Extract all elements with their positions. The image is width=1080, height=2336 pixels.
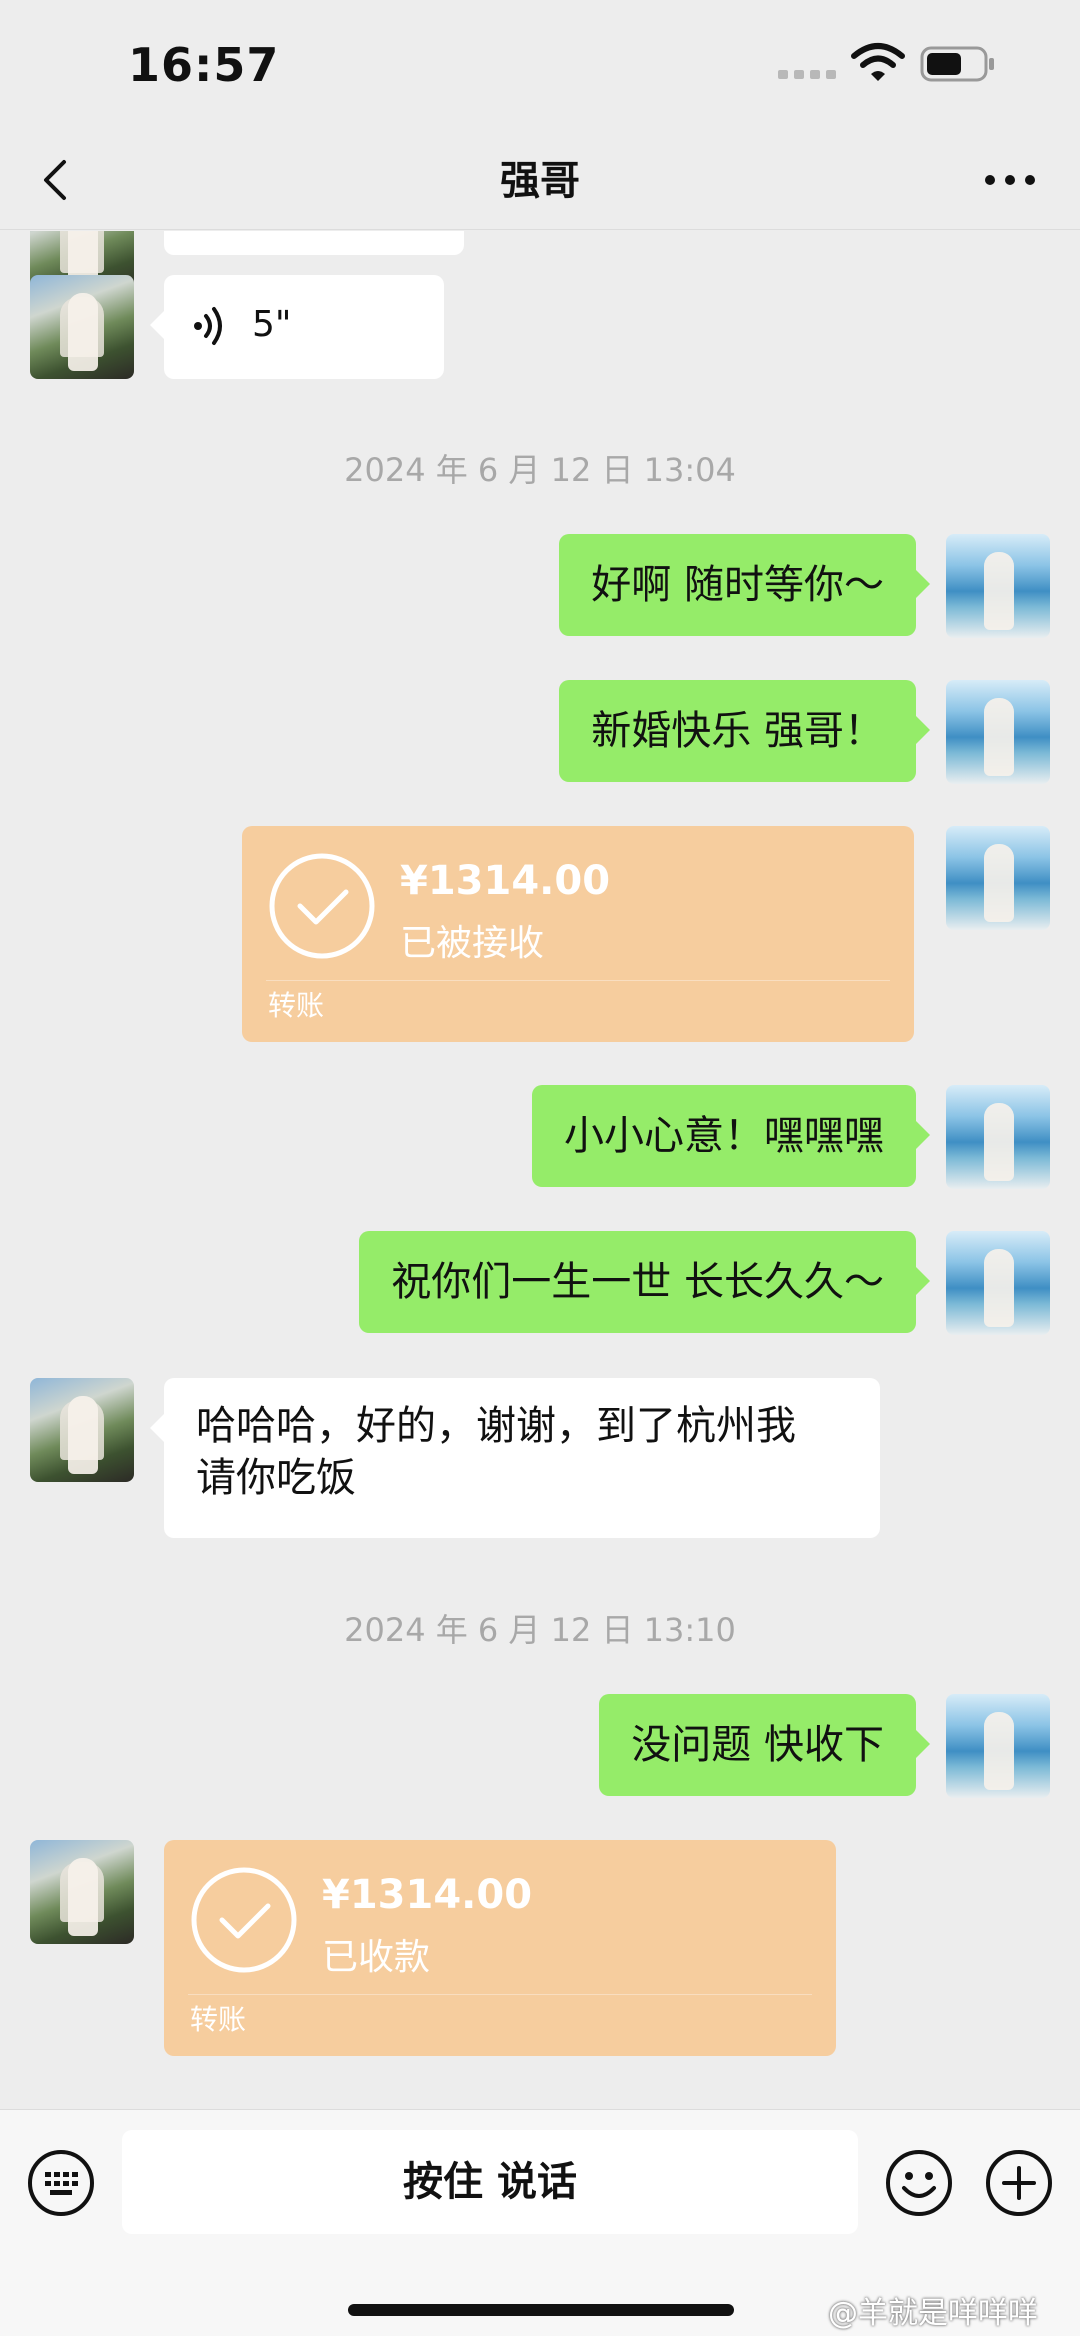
signal-icon — [778, 70, 836, 79]
message-bubble[interactable]: 祝你们一生一世 长长久久～ — [359, 1231, 930, 1333]
chat-title: 强哥 — [500, 158, 580, 204]
avatar[interactable] — [946, 1694, 1050, 1798]
avatar[interactable] — [946, 1231, 1050, 1335]
message-bubble[interactable]: 没问题 快收下 — [599, 1694, 930, 1796]
input-bar: 按住 说话 @羊就是咩咩咩 — [0, 2109, 1080, 2336]
status-bar: 16:57 — [0, 0, 1080, 130]
wifi-icon — [851, 43, 905, 81]
timestamp: 2024 年 6 月 12 日 13:04 — [344, 451, 736, 489]
transfer-card[interactable]: ¥1314.00 已收款 转账 — [164, 1840, 836, 2056]
message-bubble[interactable]: 哈哈哈，好的，谢谢，到了杭州我 请你吃饭 — [150, 1378, 880, 1538]
check-icon — [269, 853, 375, 959]
avatar[interactable] — [30, 1840, 134, 1944]
transfer-status: 已被接收 — [400, 923, 545, 964]
avatar[interactable] — [946, 534, 1050, 638]
status-time: 16:57 — [128, 38, 280, 92]
avatar[interactable] — [946, 680, 1050, 784]
message-list[interactable]: 5" 2024 年 6 月 12 日 13:04 好啊 随时等你～ 新婚快乐 强… — [0, 231, 1080, 2109]
message-bubble[interactable] — [164, 231, 464, 255]
hold-to-talk-button[interactable]: 按住 说话 — [122, 2130, 858, 2234]
message-text-line: 哈哈哈，好的，谢谢，到了杭州我 — [196, 1403, 796, 1449]
timestamp: 2024 年 6 月 12 日 13:10 — [344, 1611, 736, 1649]
home-indicator[interactable] — [348, 2304, 734, 2316]
plus-icon[interactable] — [984, 2148, 1054, 2218]
voice-icon — [194, 307, 222, 345]
watermark: @羊就是咩咩咩 — [828, 2296, 1038, 2331]
avatar[interactable] — [30, 1378, 134, 1482]
emoji-icon[interactable] — [884, 2148, 954, 2218]
divider — [266, 980, 890, 981]
voice-message[interactable]: 5" — [150, 275, 444, 379]
nav-bar: 强哥 — [0, 130, 1080, 230]
transfer-label: 转账 — [190, 2003, 247, 2036]
divider — [188, 1994, 812, 1995]
message-text-line: 请你吃饭 — [196, 1455, 356, 1501]
check-icon — [191, 1867, 297, 1973]
transfer-card[interactable]: ¥1314.00 已被接收 转账 — [242, 826, 914, 1042]
keyboard-icon[interactable] — [26, 2148, 96, 2218]
avatar[interactable] — [946, 826, 1050, 930]
avatar[interactable] — [30, 275, 134, 379]
battery-icon — [920, 46, 994, 82]
more-icon[interactable] — [980, 168, 1040, 192]
transfer-amount: ¥1314.00 — [322, 1872, 533, 1918]
message-bubble[interactable]: 好啊 随时等你～ — [559, 534, 930, 636]
transfer-status: 已收款 — [322, 1937, 431, 1978]
avatar[interactable] — [946, 1085, 1050, 1189]
message-bubble[interactable]: 小小心意！嘿嘿嘿 — [532, 1085, 930, 1187]
message-bubble[interactable]: 新婚快乐 强哥！ — [559, 680, 930, 782]
transfer-amount: ¥1314.00 — [400, 858, 611, 904]
voice-duration: 5" — [252, 304, 292, 345]
transfer-label: 转账 — [268, 989, 325, 1022]
